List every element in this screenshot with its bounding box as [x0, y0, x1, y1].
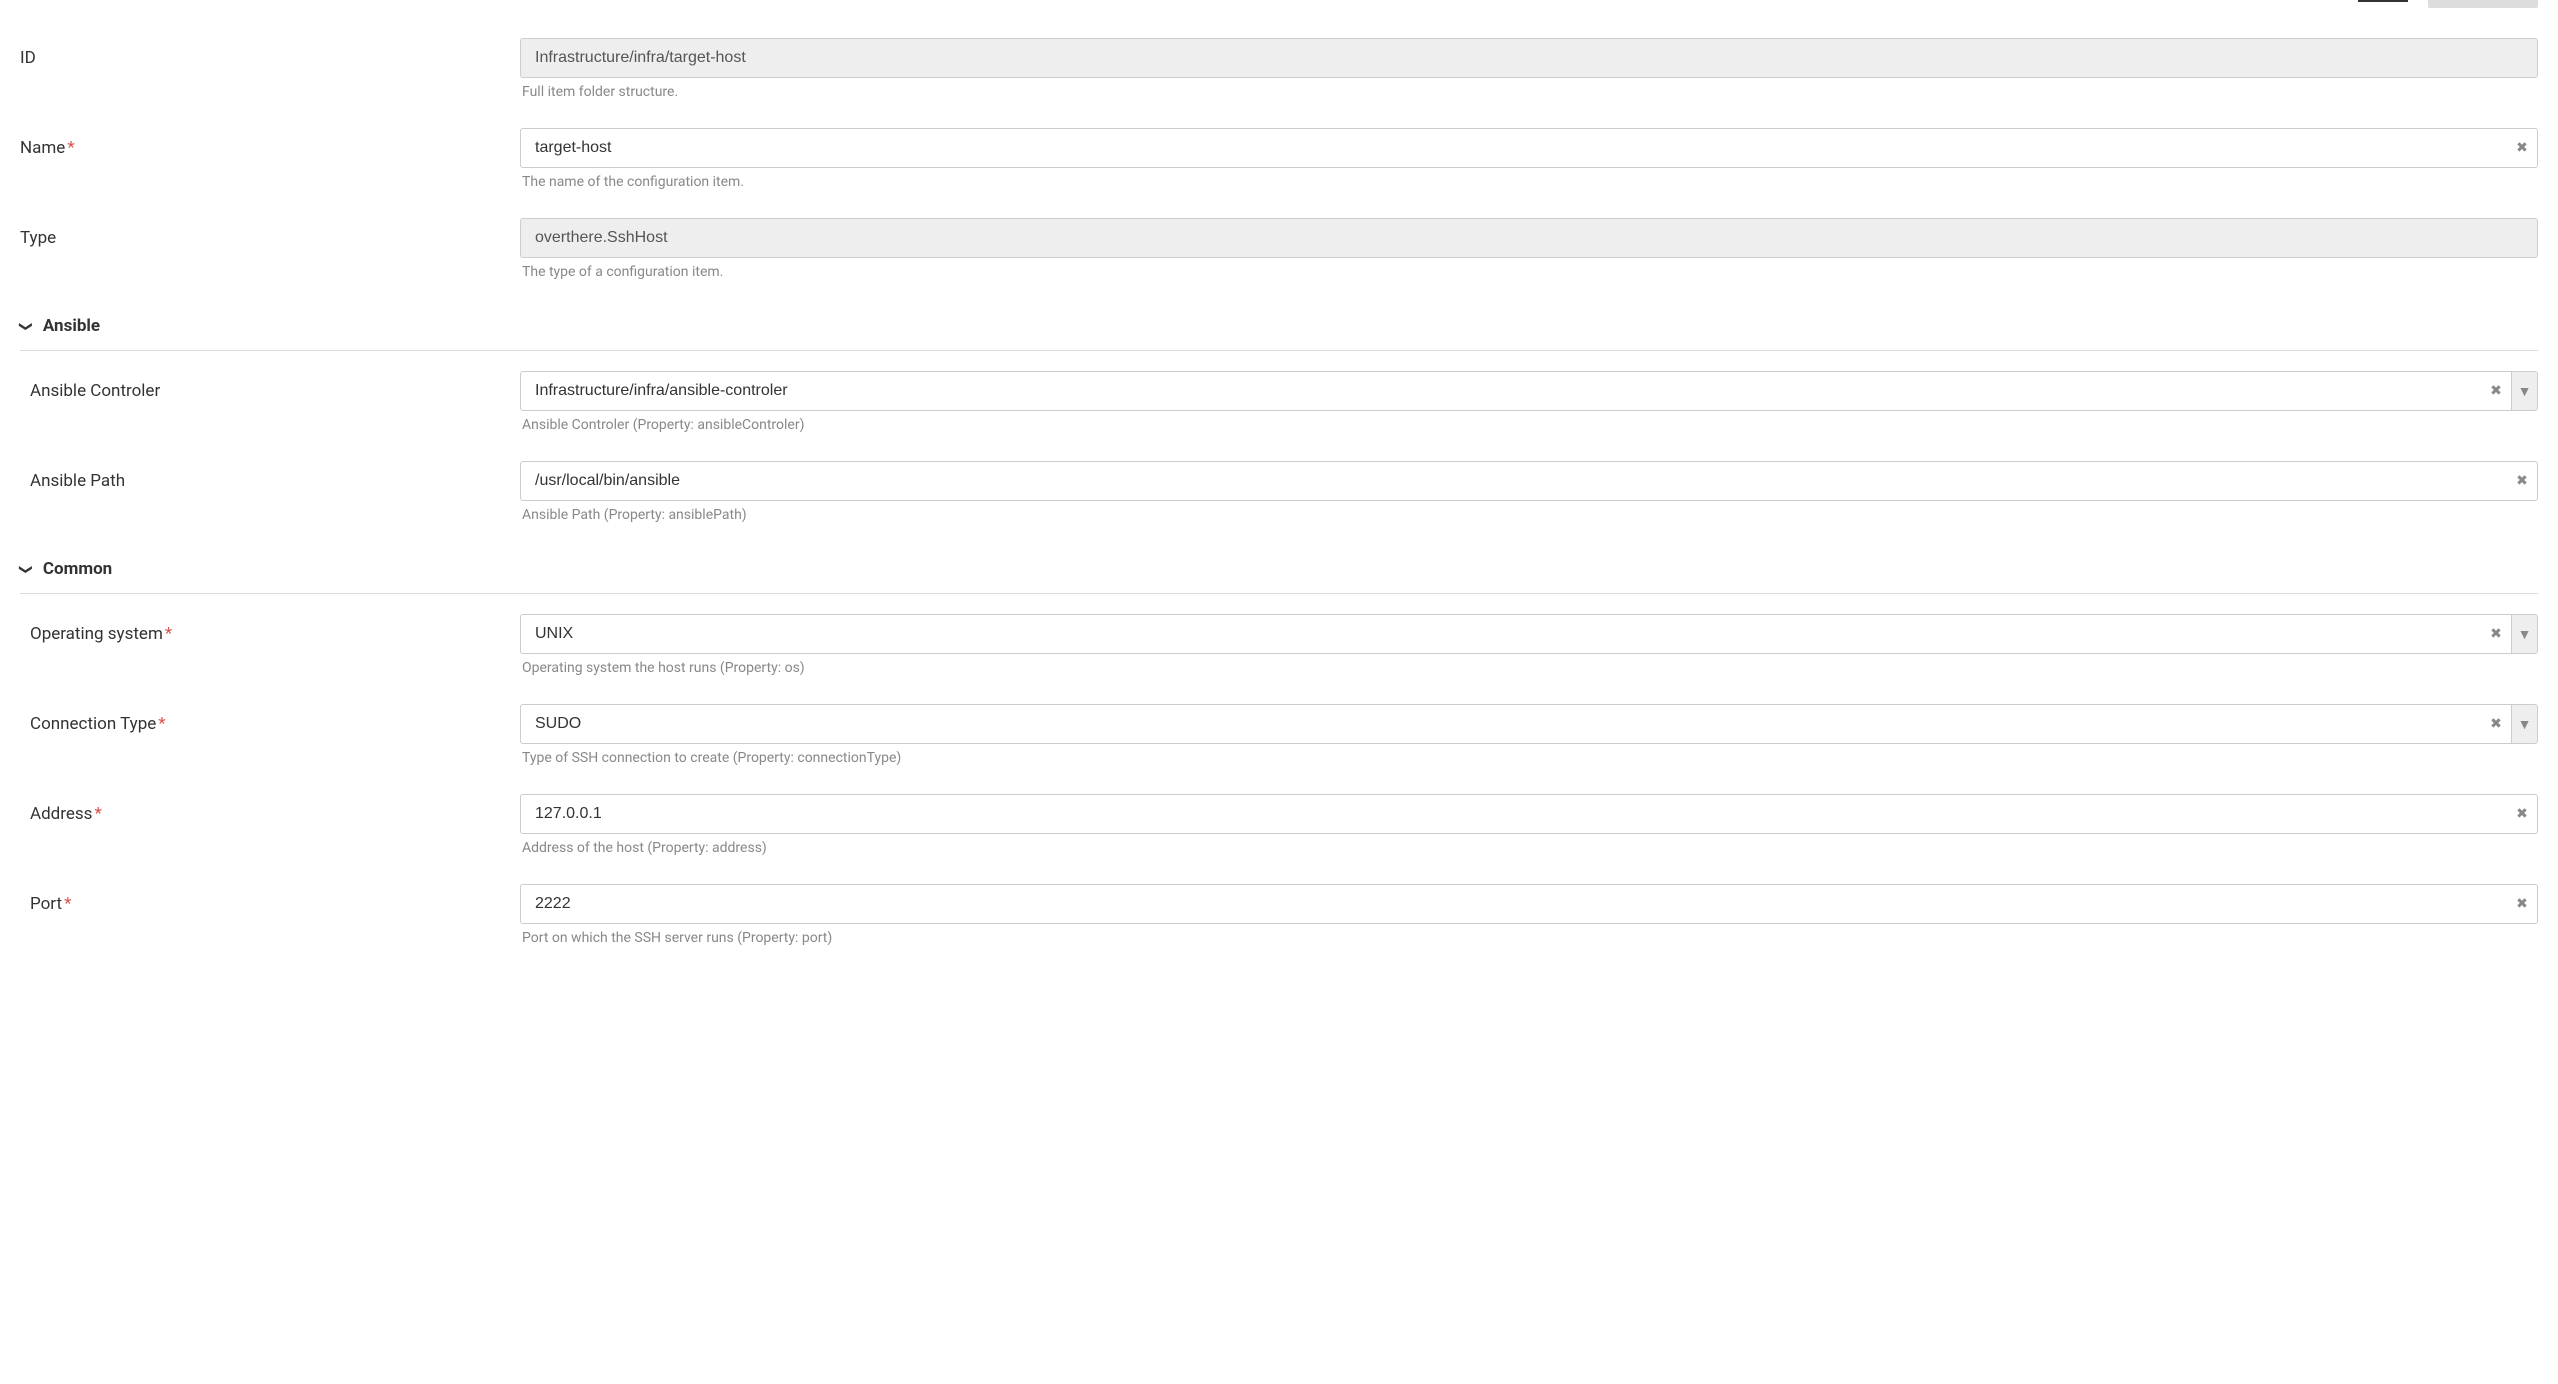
required-address: *	[94, 804, 101, 824]
help-connection-type: Type of SSH connection to create (Proper…	[520, 750, 2538, 766]
input-ansible-path[interactable]: ✖	[520, 461, 2538, 501]
section-header-ansible[interactable]: ❯ Ansible	[20, 308, 2538, 351]
label-ansible-controller: Ansible Controler	[30, 371, 520, 401]
section-header-common[interactable]: ❯ Common	[20, 551, 2538, 594]
help-port: Port on which the SSH server runs (Prope…	[520, 930, 2538, 946]
section-common-fields: Operating system* ✖ ▼ Operating system t…	[20, 614, 2538, 946]
label-connection-type-text: Connection Type	[30, 714, 156, 734]
row-port: Port* ✖ Port on which the SSH server run…	[30, 884, 2538, 946]
clear-icon[interactable]: ✖	[2481, 615, 2511, 653]
row-type: Type The type of a configuration item.	[20, 218, 2538, 280]
row-os: Operating system* ✖ ▼ Operating system t…	[30, 614, 2538, 676]
label-id: ID	[20, 38, 520, 68]
label-id-text: ID	[20, 48, 36, 68]
chevron-down-icon: ❯	[18, 321, 33, 332]
label-connection-type: Connection Type*	[30, 704, 520, 734]
input-type-field	[521, 219, 2537, 257]
input-ansible-controller[interactable]: ✖ ▼	[520, 371, 2538, 411]
label-ansible-path-text: Ansible Path	[30, 471, 125, 491]
clear-icon[interactable]: ✖	[2507, 885, 2537, 923]
required-port: *	[64, 894, 71, 914]
help-ansible-path: Ansible Path (Property: ansiblePath)	[520, 507, 2538, 523]
help-name: The name of the configuration item.	[520, 174, 2538, 190]
clear-icon[interactable]: ✖	[2507, 462, 2537, 500]
dropdown-icon[interactable]: ▼	[2511, 615, 2537, 653]
form-container: ID Full item folder structure. Name* ✖ T…	[20, 38, 2538, 946]
section-title-common: Common	[43, 559, 112, 579]
help-type: The type of a configuration item.	[520, 264, 2538, 280]
clear-icon[interactable]: ✖	[2481, 705, 2511, 743]
help-address: Address of the host (Property: address)	[520, 840, 2538, 856]
input-os-field[interactable]	[521, 615, 2481, 653]
label-type-text: Type	[20, 228, 56, 248]
section-title-ansible: Ansible	[43, 316, 100, 336]
input-address-field[interactable]	[521, 795, 2507, 833]
label-os-text: Operating system	[30, 624, 163, 644]
help-os: Operating system the host runs (Property…	[520, 660, 2538, 676]
row-ansible-path: Ansible Path ✖ Ansible Path (Property: a…	[30, 461, 2538, 523]
row-id: ID Full item folder structure.	[20, 38, 2538, 100]
input-name-field[interactable]	[521, 129, 2507, 167]
top-action-dark[interactable]	[2358, 0, 2408, 2]
label-port-text: Port	[30, 894, 62, 914]
input-connection-type[interactable]: ✖ ▼	[520, 704, 2538, 744]
input-connection-type-field[interactable]	[521, 705, 2481, 743]
help-id: Full item folder structure.	[520, 84, 2538, 100]
row-ansible-controller: Ansible Controler ✖ ▼ Ansible Controler …	[30, 371, 2538, 433]
input-id	[520, 38, 2538, 78]
label-port: Port*	[30, 884, 520, 914]
clear-icon[interactable]: ✖	[2507, 795, 2537, 833]
input-os[interactable]: ✖ ▼	[520, 614, 2538, 654]
clear-icon[interactable]: ✖	[2507, 129, 2537, 167]
required-connection-type: *	[158, 714, 165, 734]
input-ansible-path-field[interactable]	[521, 462, 2507, 500]
label-address-text: Address	[30, 804, 92, 824]
clear-icon[interactable]: ✖	[2481, 372, 2511, 410]
required-name: *	[67, 138, 74, 158]
label-name-text: Name	[20, 138, 65, 158]
input-name[interactable]: ✖	[520, 128, 2538, 168]
label-name: Name*	[20, 128, 520, 158]
label-ansible-path: Ansible Path	[30, 461, 520, 491]
dropdown-icon[interactable]: ▼	[2511, 705, 2537, 743]
label-ansible-controller-text: Ansible Controler	[30, 381, 160, 401]
row-connection-type: Connection Type* ✖ ▼ Type of SSH connect…	[30, 704, 2538, 766]
input-id-field	[521, 39, 2537, 77]
row-address: Address* ✖ Address of the host (Property…	[30, 794, 2538, 856]
input-port[interactable]: ✖	[520, 884, 2538, 924]
section-ansible-fields: Ansible Controler ✖ ▼ Ansible Controler …	[20, 371, 2538, 523]
dropdown-icon[interactable]: ▼	[2511, 372, 2537, 410]
input-address[interactable]: ✖	[520, 794, 2538, 834]
row-name: Name* ✖ The name of the configuration it…	[20, 128, 2538, 190]
label-os: Operating system*	[30, 614, 520, 644]
input-ansible-controller-field[interactable]	[521, 372, 2481, 410]
input-port-field[interactable]	[521, 885, 2507, 923]
label-type: Type	[20, 218, 520, 248]
required-os: *	[165, 624, 172, 644]
top-action-grey[interactable]	[2428, 0, 2538, 8]
input-type	[520, 218, 2538, 258]
help-ansible-controller: Ansible Controler (Property: ansibleCont…	[520, 417, 2538, 433]
chevron-down-icon: ❯	[18, 564, 33, 575]
label-address: Address*	[30, 794, 520, 824]
